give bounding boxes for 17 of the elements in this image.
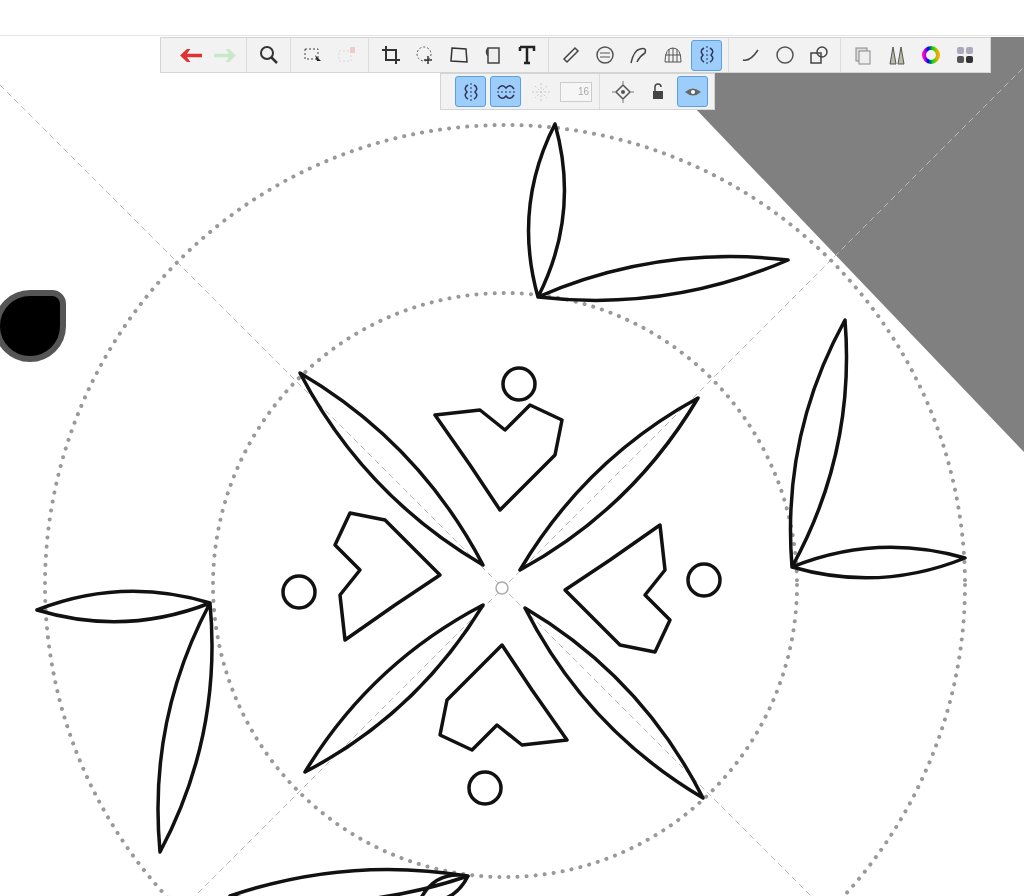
- redo-arrow-icon: [213, 48, 236, 62]
- undo-arrow-icon: [179, 48, 202, 62]
- color-puck[interactable]: [0, 290, 66, 362]
- distort-icon: [447, 44, 470, 66]
- grid-dome-icon: [661, 44, 684, 66]
- wave-symmetry-tool[interactable]: [490, 76, 521, 107]
- search-icon: [257, 44, 280, 66]
- circle-icon: [773, 44, 796, 66]
- color-wheel-icon: [919, 44, 942, 66]
- crop-icon: [379, 44, 402, 66]
- shapes-icon: [807, 44, 830, 66]
- ellipse-guide-icon: [593, 44, 616, 66]
- center-target-icon: [611, 80, 634, 103]
- symmetry-center-handle[interactable]: [495, 581, 509, 595]
- mirror-symmetry-tool[interactable]: [455, 76, 486, 107]
- radial-symmetry-icon: [529, 80, 552, 103]
- symmetry-tool[interactable]: [691, 39, 722, 71]
